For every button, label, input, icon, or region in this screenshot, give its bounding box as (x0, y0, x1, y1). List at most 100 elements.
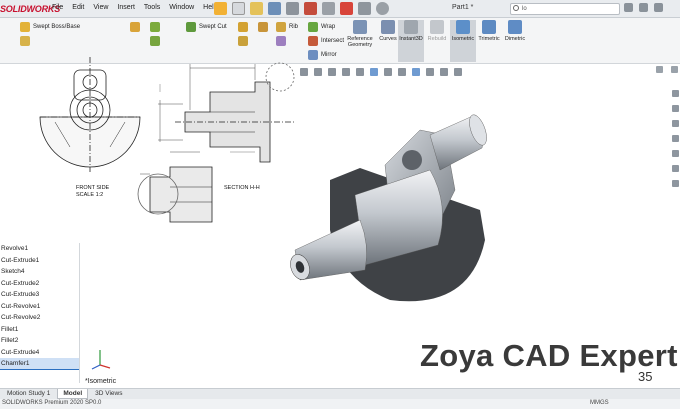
rebuild-button[interactable]: Rebuild (424, 20, 450, 62)
isometric-view-button[interactable]: Isometric (450, 20, 476, 62)
dimetric-label: Dimetric (504, 36, 526, 42)
rib-icon (276, 22, 286, 32)
edit-appearance-icon[interactable] (412, 68, 420, 76)
rib-button[interactable]: Rib (276, 22, 298, 32)
mirror-icon (308, 50, 318, 60)
linear-pattern-button[interactable] (258, 22, 268, 32)
tree-item[interactable]: Cut-Extrude3 (0, 289, 79, 301)
tab-model[interactable]: Model (57, 389, 89, 399)
mirror-label: Mirror (321, 52, 337, 58)
new-document-icon[interactable] (232, 2, 245, 15)
rebuild-icon[interactable] (340, 2, 353, 15)
swept-boss-button[interactable]: Swept Boss/Base (20, 22, 80, 32)
dimetric-view-button[interactable]: Dimetric (502, 20, 528, 62)
solidworks-resources-icon[interactable] (671, 90, 679, 97)
minimize-icon[interactable] (654, 3, 663, 12)
search-icon (513, 5, 519, 11)
user-icon[interactable] (639, 3, 648, 12)
coordinate-triad (91, 350, 111, 370)
design-library-icon[interactable] (671, 105, 679, 112)
save-icon[interactable] (268, 2, 281, 15)
tree-item[interactable]: Cut-Extrude1 (0, 255, 79, 267)
cut-extrude-button[interactable] (150, 22, 160, 32)
zoom-to-fit-icon[interactable] (300, 68, 308, 76)
tab-3d-views[interactable]: 3D Views (90, 389, 127, 399)
tree-item-selected[interactable]: Chamfer1 (0, 358, 79, 370)
viewport-minimize-icon[interactable] (656, 66, 663, 73)
tree-item[interactable]: Revolve1 (0, 243, 79, 255)
swept-boss-label: Swept Boss/Base (33, 24, 81, 30)
viewport-restore-icon[interactable] (671, 66, 678, 73)
display-style-icon[interactable] (384, 68, 392, 76)
cmd-small-row2 (20, 36, 30, 46)
intersect-button[interactable]: Intersect (308, 36, 344, 46)
home-icon[interactable] (214, 2, 227, 15)
help-icon[interactable] (624, 3, 633, 12)
print-icon[interactable] (286, 2, 299, 15)
appearances-icon[interactable] (671, 150, 679, 157)
trimetric-cube-icon (482, 20, 496, 34)
mirror-button[interactable]: Mirror (308, 50, 337, 60)
loft-icon (130, 22, 140, 32)
dynamic-annotation-icon[interactable] (356, 68, 364, 76)
view-settings-icon[interactable] (440, 68, 448, 76)
rebuild-label: Rebuild (427, 36, 447, 42)
swept-cut-label: Swept Cut (199, 24, 227, 30)
file-explorer-icon[interactable] (671, 120, 679, 127)
view-orientation-icon[interactable] (370, 68, 378, 76)
pattern-icon (258, 22, 268, 32)
document-title: Part1 * (452, 4, 474, 11)
section-view-icon[interactable] (342, 68, 350, 76)
trimetric-view-button[interactable]: Trimetric (476, 20, 502, 62)
hide-show-items-icon[interactable] (398, 68, 406, 76)
fillet-button[interactable] (238, 22, 248, 32)
menu-edit[interactable]: Edit (72, 4, 84, 11)
view-palette-icon[interactable] (671, 135, 679, 142)
menu-view[interactable]: View (93, 4, 108, 11)
wrap-button[interactable]: Wrap (308, 22, 335, 32)
bracket-hole (402, 150, 422, 170)
menu-insert[interactable]: Insert (117, 4, 135, 11)
menu-window[interactable]: Window (169, 4, 194, 11)
options-gear-icon[interactable] (376, 2, 389, 15)
units-indicator[interactable]: MMGS (590, 400, 609, 406)
tree-item[interactable]: Fillet1 (0, 324, 79, 336)
custom-properties-icon[interactable] (671, 165, 679, 172)
boundary-boss-icon[interactable] (20, 36, 30, 46)
tree-item[interactable]: Cut-Extrude4 (0, 347, 79, 359)
tree-item[interactable]: Cut-Extrude2 (0, 278, 79, 290)
tree-item[interactable]: Fillet2 (0, 335, 79, 347)
viewport-window-controls (656, 66, 678, 73)
previous-view-icon[interactable] (328, 68, 336, 76)
menu-file[interactable]: File (52, 4, 63, 11)
loft-boss-button[interactable] (130, 22, 140, 32)
status-text: SOLIDWORKS Premium 2020 SP0.0 (2, 400, 102, 406)
display-pane-icon[interactable] (454, 68, 462, 76)
tree-item[interactable]: Cut-Revolve1 (0, 301, 79, 313)
hole-wizard-icon[interactable] (150, 36, 160, 46)
tree-item[interactable]: Cut-Revolve2 (0, 312, 79, 324)
undo-icon[interactable] (304, 2, 317, 15)
select-arrow-icon[interactable] (322, 2, 335, 15)
file-properties-icon[interactable] (358, 2, 371, 15)
cmd-small-row2c (238, 36, 248, 46)
intersect-label: Intersect (321, 38, 345, 44)
heads-up-view-toolbar (300, 66, 462, 78)
dimetric-cube-icon (508, 20, 522, 34)
menu-tools[interactable]: Tools (144, 4, 160, 11)
open-folder-icon[interactable] (250, 2, 263, 15)
reference-geometry-button[interactable]: Reference Geometry (347, 20, 373, 62)
apply-scene-icon[interactable] (426, 68, 434, 76)
cmd-small-row2d (276, 36, 286, 46)
tab-motion-study[interactable]: Motion Study 1 (2, 389, 55, 399)
rebuild-big-icon (430, 20, 444, 34)
zoom-area-icon[interactable] (314, 68, 322, 76)
chamfer-icon[interactable] (238, 36, 248, 46)
front-scale-label: SCALE 1:2 (76, 192, 104, 198)
instant3d-button[interactable]: Instant3D (398, 20, 424, 62)
draft-icon[interactable] (276, 36, 286, 46)
forum-icon[interactable] (671, 180, 679, 187)
search-input[interactable]: lo (510, 3, 620, 15)
tree-item[interactable]: Sketch4 (0, 266, 79, 278)
swept-cut-button[interactable]: Swept Cut (186, 22, 227, 32)
